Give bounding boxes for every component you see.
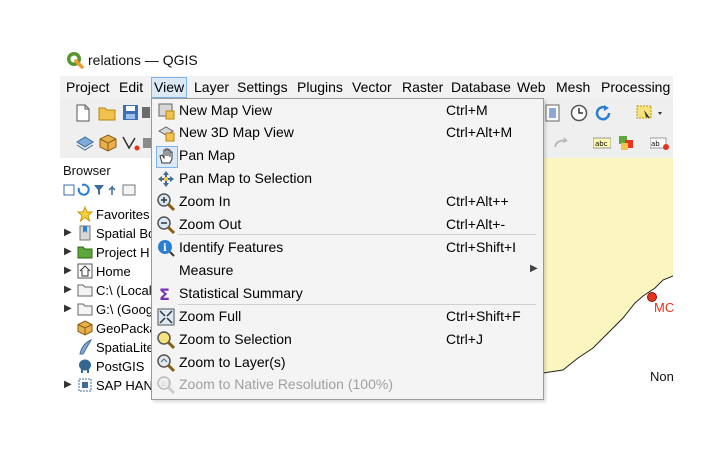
open-project-icon[interactable] [98,105,116,126]
svg-text:abc: abc [595,140,608,148]
redo-icon[interactable] [552,136,570,155]
window-title: relations — QGIS [88,52,198,68]
zoom-to-selection-icon [156,330,176,350]
menu-raster[interactable]: Raster [402,78,443,97]
toolbar-more-icon[interactable] [143,136,151,155]
browser-item-project-home[interactable]: ▶ Project H [60,243,152,262]
browser-toolbar [63,183,143,202]
menu-settings[interactable]: Settings [237,78,288,97]
layout-manager-icon[interactable] [545,104,561,127]
browser-item-home[interactable]: ▶ Home [60,262,152,281]
browser-item-spatial-bookmarks[interactable]: ▶ Spatial Bo [60,224,152,243]
svg-text:ab: ab [651,140,660,148]
label-abc-icon[interactable]: abc [592,136,612,155]
add-layer-icon[interactable] [75,134,95,157]
expand-arrow-icon[interactable]: ▶ [64,379,72,390]
print-layout-icon[interactable] [142,104,150,126]
zoom-out-icon [156,215,176,235]
menu-item-new-map-view[interactable]: New Map View Ctrl+M [152,99,541,122]
new-project-icon[interactable] [75,104,91,127]
expand-arrow-icon[interactable]: ▶ [64,227,72,238]
spatialite-icon [77,338,93,355]
menu-item-statistical-summary[interactable]: Σ Statistical Summary [152,282,541,305]
expand-arrow-icon[interactable]: ▶ [64,246,72,257]
svg-text:i: i [163,243,167,254]
menu-project[interactable]: Project [66,78,110,97]
drive-icon [77,301,93,317]
new-3d-map-view-icon [156,123,176,143]
save-project-icon[interactable] [122,104,139,126]
submenu-arrow-icon: ▶ [530,263,538,274]
menu-item-pan-map-to-selection[interactable]: Pan Map to Selection [152,167,541,190]
browser-item-geopackage[interactable]: GeoPacka [60,319,152,338]
menu-view[interactable]: View [151,77,188,98]
zoom-in-icon [156,192,176,212]
menu-mesh[interactable]: Mesh [556,78,590,97]
menu-item-zoom-to-selection[interactable]: Zoom to Selection Ctrl+J [152,328,541,351]
menu-item-zoom-native-resolution: 1:1 Zoom to Native Resolution (100%) [152,373,541,396]
select-features-icon[interactable] [636,104,666,127]
add-cube-layer-icon[interactable] [99,134,117,157]
expand-arrow-icon[interactable]: ▶ [64,284,72,295]
diagram-icon[interactable] [617,134,635,157]
sigma-icon: Σ [156,284,176,304]
geopackage-icon [77,320,93,336]
drive-icon [77,282,93,298]
map-label-mc: MC [654,300,675,315]
home-icon [77,263,93,279]
zoom-native-icon: 1:1 [156,375,176,395]
refresh-icon[interactable] [594,104,612,127]
menu-vector[interactable]: Vector [352,78,392,97]
qgis-logo-icon [66,51,84,69]
menu-database[interactable]: Database [451,78,511,97]
svg-text:Σ: Σ [159,285,170,304]
star-icon [76,205,94,223]
menu-item-pan-map[interactable]: Pan Map [152,144,541,168]
map-canvas[interactable] [542,158,674,398]
clock-icon[interactable] [570,104,588,127]
project-home-icon [77,244,93,260]
map-label-non: Non [650,369,674,384]
new-map-view-icon [156,101,176,121]
browser-item-postgis[interactable]: PostGIS [60,357,152,376]
expand-arrow-icon[interactable]: ▶ [64,265,72,276]
menu-separator [178,234,536,235]
zoom-to-layer-icon [156,353,176,373]
menu-web[interactable]: Web [517,78,546,97]
browser-item-sap-hana[interactable]: ▶ SAP HAN [60,376,152,395]
menu-layer[interactable]: Layer [194,78,229,97]
browser-item-favorites[interactable]: Favorites [60,205,152,224]
postgis-icon [77,358,93,374]
menu-item-zoom-out[interactable]: Zoom Out Ctrl+Alt+- [152,213,541,236]
menu-item-zoom-to-layers[interactable]: Zoom to Layer(s) [152,351,541,374]
menu-item-measure[interactable]: Measure ▶ [152,259,541,282]
zoom-full-icon [156,307,176,327]
spatial-bookmarks-icon [77,225,93,241]
menu-processing[interactable]: Processing [601,78,670,97]
identify-icon: i [156,238,176,258]
menu-plugins[interactable]: Plugins [297,78,343,97]
menu-item-zoom-in[interactable]: Zoom In Ctrl+Alt++ [152,190,541,213]
menu-edit[interactable]: Edit [119,78,143,97]
browser-panel-title: Browser [63,163,111,178]
menu-item-identify-features[interactable]: i Identify Features Ctrl+Shift+I [152,236,541,259]
menu-item-new-3d-map-view[interactable]: New 3D Map View Ctrl+Alt+M [152,121,541,144]
expand-arrow-icon[interactable]: ▶ [64,303,72,314]
map-coastline [542,275,674,398]
sap-hana-icon [77,377,93,393]
browser-item-drive-g[interactable]: ▶ G:\ (Goog [60,300,152,319]
browser-item-spatialite[interactable]: SpatiaLite [60,338,152,357]
pan-hand-icon [156,146,178,168]
label-pin-icon[interactable]: ab [649,136,670,155]
add-vector-node-icon[interactable] [121,134,141,157]
pan-to-selection-icon [156,169,176,189]
menu-item-zoom-full[interactable]: Zoom Full Ctrl+Shift+F [152,305,541,328]
browser-item-drive-c[interactable]: ▶ C:\ (Local [60,281,152,300]
